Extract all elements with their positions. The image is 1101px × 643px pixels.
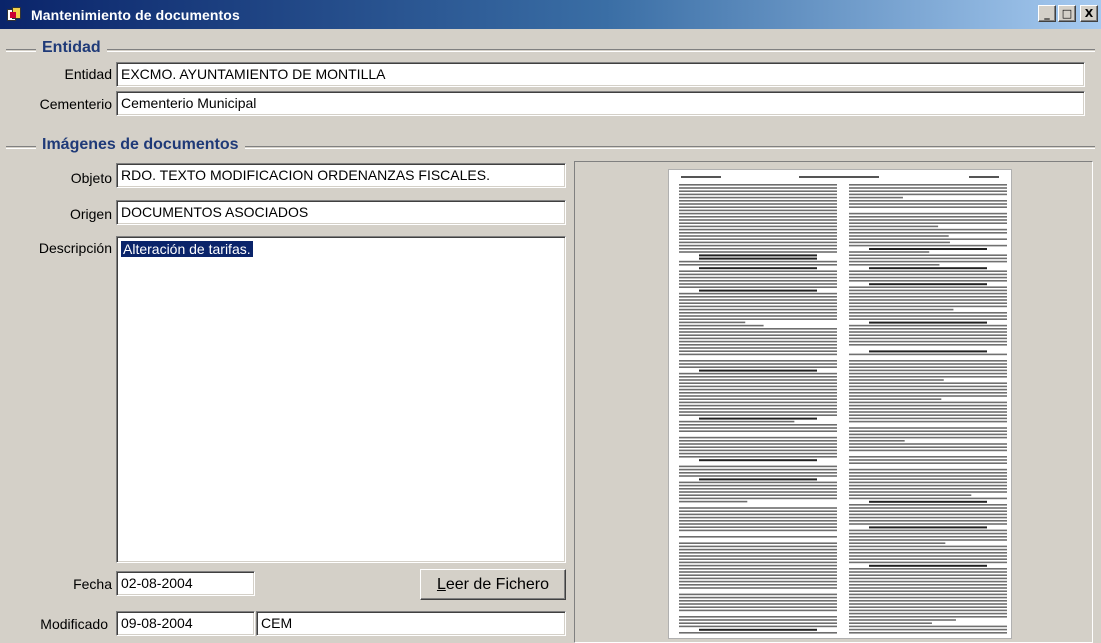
title-bar[interactable]: Mantenimiento de documentos _ □ X <box>0 0 1101 29</box>
leer-de-fichero-button[interactable]: Leer de Fichero <box>420 569 566 600</box>
app-icon <box>7 6 23 23</box>
entidad-group-title: Entidad <box>36 39 107 57</box>
close-button[interactable]: X <box>1080 5 1098 22</box>
objeto-label: Objeto <box>70 170 112 186</box>
entidad-field[interactable]: EXCMO. AYUNTAMIENTO DE MONTILLA <box>116 62 1085 87</box>
maximize-button[interactable]: □ <box>1058 5 1076 22</box>
modificado-date-field[interactable]: 09-08-2004 <box>116 611 255 636</box>
document-image-panel[interactable] <box>574 161 1093 643</box>
objeto-field[interactable]: RDO. TEXTO MODIFICACION ORDENANZAS FISCA… <box>116 163 566 188</box>
modificado-user-field[interactable]: CEM <box>256 611 566 636</box>
leer-button-label: eer de Fichero <box>445 575 550 593</box>
minimize-button[interactable]: _ <box>1038 5 1056 22</box>
descripcion-selected-text: Alteración de tarifas. <box>121 241 253 257</box>
modificado-label: Modificado <box>40 616 108 632</box>
document-text-icon <box>679 176 1007 634</box>
descripcion-label: Descripción <box>38 240 112 256</box>
imagenes-group-title: Imágenes de documentos <box>36 136 245 154</box>
fecha-label: Fecha <box>73 576 112 592</box>
descripcion-textarea[interactable]: Alteración de tarifas. <box>116 236 566 563</box>
origen-field[interactable]: DOCUMENTOS ASOCIADOS <box>116 200 566 225</box>
fecha-field[interactable]: 02-08-2004 <box>116 571 255 596</box>
origen-label: Origen <box>69 206 112 222</box>
window-title: Mantenimiento de documentos <box>31 6 240 23</box>
cementerio-field[interactable]: Cementerio Municipal <box>116 91 1085 116</box>
entidad-group <box>6 49 1095 50</box>
entidad-label: Entidad <box>64 66 112 82</box>
cementerio-label: Cementerio <box>39 96 112 112</box>
scanned-document-image <box>668 169 1012 639</box>
leer-button-mnemonic: L <box>436 575 446 593</box>
